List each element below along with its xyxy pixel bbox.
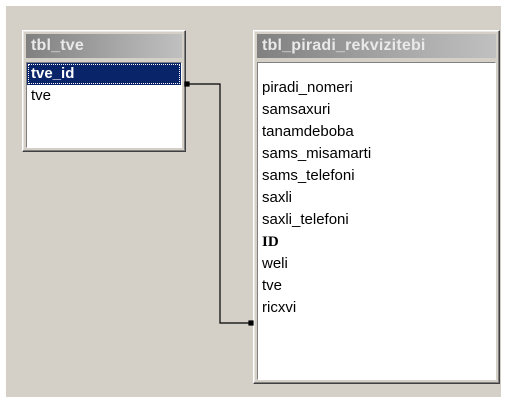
relationship-end-marker-left (184, 81, 190, 87)
relationship-line[interactable] (0, 0, 507, 403)
relationship-join-path[interactable] (184, 81, 254, 326)
relationships-window: tbl_tve tve_id tve tbl_piradi_rekviziteb… (0, 0, 507, 403)
relationship-end-marker-right (248, 320, 254, 326)
